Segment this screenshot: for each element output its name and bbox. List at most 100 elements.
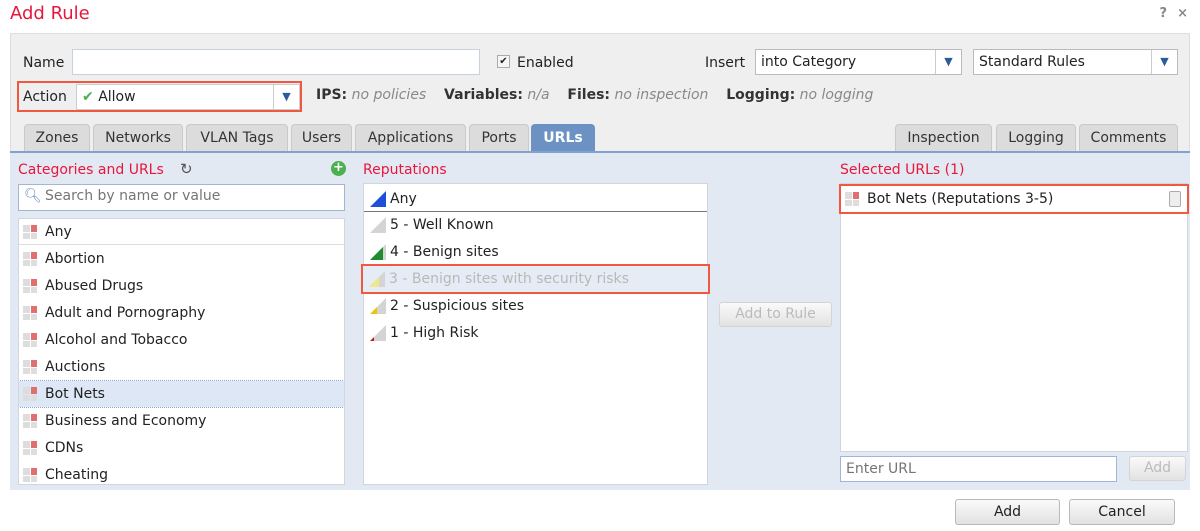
add-button[interactable]: Add	[955, 499, 1060, 525]
tab-comments[interactable]: Comments	[1079, 124, 1178, 152]
category-label: Abused Drugs	[45, 278, 144, 294]
reputation-level-icon	[370, 244, 386, 260]
reputation-item[interactable]: 1 - High Risk	[364, 320, 707, 346]
category-icon	[23, 225, 37, 239]
category-label: Cheating	[45, 467, 108, 483]
category-item[interactable]: Cheating	[19, 462, 344, 484]
category-label: Business and Economy	[45, 413, 207, 429]
category-label: Any	[45, 224, 72, 240]
enter-url-input[interactable]	[840, 456, 1117, 482]
category-item[interactable]: Bot Nets	[19, 380, 344, 408]
variables-value: n/a	[527, 87, 550, 103]
dialog-title: Add Rule	[10, 3, 90, 24]
tab-urls[interactable]: URLs	[531, 124, 595, 152]
insert-value: into Category	[761, 54, 857, 70]
reputation-level-icon	[370, 191, 386, 207]
add-to-rule-button[interactable]: Add to Rule	[719, 302, 832, 327]
action-label: Action	[23, 89, 67, 105]
reputation-label: 2 - Suspicious sites	[390, 298, 525, 314]
category-item[interactable]: Abortion	[19, 246, 344, 272]
category-item[interactable]: Adult and Pornography	[19, 300, 344, 326]
tab-ports[interactable]: Ports	[469, 124, 529, 152]
reputation-item[interactable]: 4 - Benign sites	[364, 239, 707, 265]
category-icon	[23, 360, 37, 374]
ips-value: no policies	[351, 87, 427, 103]
tab-vlan-tags[interactable]: VLAN Tags	[186, 124, 288, 152]
tab-zones[interactable]: Zones	[24, 124, 90, 152]
help-icon[interactable]: ?	[1160, 6, 1168, 21]
category-select[interactable]: Standard Rules ▼	[973, 49, 1178, 75]
files-label: Files:	[567, 87, 610, 103]
category-item[interactable]: Any	[19, 219, 344, 245]
reputation-label: 1 - High Risk	[390, 325, 479, 341]
reputation-level-icon	[369, 271, 385, 287]
refresh-icon[interactable]: ↻	[180, 160, 193, 178]
insert-label: Insert	[705, 55, 746, 71]
reputation-item[interactable]: Any	[364, 186, 707, 212]
selected-urls-list: Bot Nets (Reputations 3-5)	[839, 183, 1189, 452]
ips-label: IPS:	[316, 87, 348, 103]
category-icon	[23, 441, 37, 455]
reputation-item[interactable]: 5 - Well Known	[364, 212, 707, 238]
tab-logging[interactable]: Logging	[996, 124, 1076, 152]
categories-header: Categories and URLs	[18, 162, 164, 178]
add-url-button[interactable]: Add	[1129, 456, 1186, 481]
category-icon	[23, 387, 37, 401]
category-icon	[23, 333, 37, 347]
selected-urls-header: Selected URLs (1)	[840, 162, 965, 178]
category-label: CDNs	[45, 440, 84, 456]
category-item[interactable]: Auctions	[19, 354, 344, 380]
enabled-checkbox[interactable]: ✔	[497, 55, 510, 68]
category-search[interactable]: 🔍︎	[18, 184, 345, 211]
reputation-label: 4 - Benign sites	[390, 244, 499, 260]
search-icon: 🔍︎	[24, 188, 42, 204]
category-icon	[845, 192, 859, 206]
name-label: Name	[23, 55, 65, 71]
chevron-down-icon: ▼	[935, 50, 961, 74]
category-value: Standard Rules	[979, 54, 1085, 70]
category-search-input[interactable]	[45, 188, 335, 204]
enabled-label: Enabled	[517, 55, 574, 71]
category-icon	[23, 252, 37, 266]
trash-icon[interactable]	[1169, 191, 1181, 207]
reputation-label: 5 - Well Known	[390, 217, 494, 233]
category-icon	[23, 414, 37, 428]
category-icon	[23, 468, 37, 482]
category-item[interactable]: Business and Economy	[19, 408, 344, 434]
category-label: Auctions	[45, 359, 106, 375]
selected-url-label: Bot Nets (Reputations 3-5)	[867, 191, 1054, 207]
variables-label: Variables:	[444, 87, 523, 103]
reputation-item[interactable]: 2 - Suspicious sites	[364, 293, 707, 319]
tab-applications[interactable]: Applications	[355, 124, 466, 152]
action-group: Action ✔ Allow ▼	[17, 81, 302, 112]
insert-select[interactable]: into Category ▼	[755, 49, 962, 75]
chevron-down-icon: ▼	[1151, 50, 1177, 74]
reputation-level-icon	[370, 325, 386, 341]
category-label: Bot Nets	[45, 386, 105, 402]
logging-value: no logging	[799, 87, 874, 103]
check-icon: ✔	[82, 89, 94, 105]
reputation-level-icon	[370, 217, 386, 233]
reputation-level-icon	[370, 298, 386, 314]
action-select[interactable]: ✔ Allow ▼	[76, 84, 300, 110]
category-item[interactable]: Abused Drugs	[19, 273, 344, 299]
category-icon	[23, 306, 37, 320]
selected-url-item[interactable]: Bot Nets (Reputations 3-5)	[839, 184, 1189, 214]
tab-users[interactable]: Users	[291, 124, 352, 152]
categories-list: Any Abortion Abused Drugs Adult and Pornogr…	[18, 218, 345, 485]
cancel-button[interactable]: Cancel	[1069, 499, 1175, 525]
category-item[interactable]: CDNs	[19, 435, 344, 461]
name-input[interactable]	[72, 49, 480, 75]
reputation-label: Any	[390, 191, 417, 207]
category-label: Abortion	[45, 251, 105, 267]
reputations-header: Reputations	[363, 162, 447, 178]
category-item[interactable]: Alcohol and Tobacco	[19, 327, 344, 353]
reputation-item[interactable]: 3 - Benign sites with security risks	[361, 264, 710, 294]
category-label: Alcohol and Tobacco	[45, 332, 188, 348]
tab-networks[interactable]: Networks	[93, 124, 183, 152]
category-label: Adult and Pornography	[45, 305, 206, 321]
tab-inspection[interactable]: Inspection	[895, 124, 992, 152]
close-icon[interactable]: ×	[1177, 6, 1188, 21]
logging-label: Logging:	[726, 87, 796, 103]
add-category-icon[interactable]: +	[331, 161, 346, 176]
